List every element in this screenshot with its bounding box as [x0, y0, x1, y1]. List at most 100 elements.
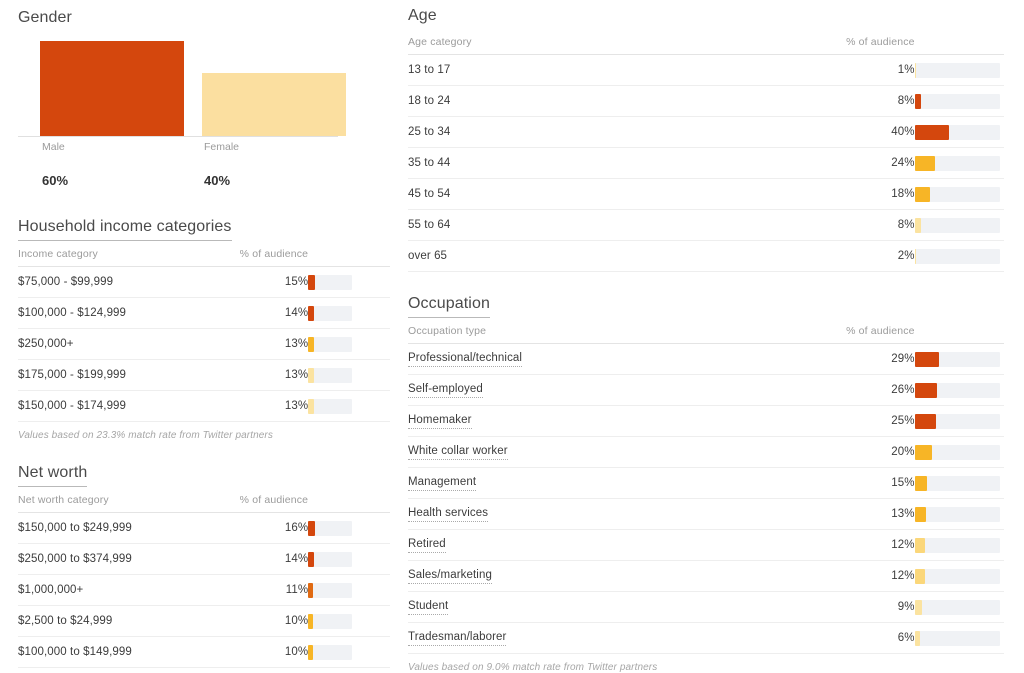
row-bar-cell [914, 343, 1004, 375]
row-category-label: $2,500 to $24,999 [18, 614, 113, 627]
table-row: $100,000 to $149,999 10% [18, 636, 390, 668]
row-percent-value: 13% [226, 390, 309, 422]
bar-track [308, 336, 353, 352]
table-row: $2,500 to $24,999 10% [18, 605, 390, 637]
bar-track [308, 582, 353, 598]
row-bar-cell [308, 574, 390, 606]
table-row: Sales/marketing 12% [408, 560, 1004, 592]
bar-track [914, 382, 1000, 398]
row-percent-value: 16% [226, 512, 309, 544]
bar-track [914, 506, 1000, 522]
row-category-label[interactable]: Health services [408, 507, 489, 522]
bar-track [308, 398, 353, 414]
networth-col-bar [308, 487, 390, 513]
bar-fill [308, 367, 314, 383]
row-category-label[interactable]: Tradesman/laborer [408, 631, 507, 646]
row-category-cell: Management [408, 467, 778, 499]
row-category-label[interactable]: Professional/technical [408, 352, 523, 367]
row-bar-cell [308, 297, 390, 329]
row-category-cell: $150,000 to $249,999 [18, 512, 227, 544]
right-column: Age Age category % of audience 13 to 17 1… [390, 0, 1024, 673]
bar-track [914, 351, 1000, 367]
row-category-cell: Health services [408, 498, 778, 530]
bar-track [914, 124, 1000, 140]
row-percent-value: 25% [777, 405, 915, 437]
row-category-cell: White collar worker [408, 436, 778, 468]
row-bar-cell [914, 178, 1004, 210]
row-percent-value: 10% [226, 636, 309, 668]
row-category-label: $150,000 to $249,999 [18, 521, 132, 534]
occupation-title: Occupation [408, 294, 490, 318]
row-bar-cell [308, 543, 390, 575]
row-percent-value: 9% [777, 591, 915, 623]
row-category-label: 55 to 64 [408, 218, 451, 231]
bar-fill [914, 93, 922, 109]
row-category-cell: 45 to 54 [408, 178, 778, 210]
row-category-label[interactable]: White collar worker [408, 445, 508, 460]
row-percent-value: 6% [777, 622, 915, 654]
bar-track [308, 613, 353, 629]
row-category-label: $250,000+ [18, 337, 74, 350]
table-row: 45 to 54 18% [408, 178, 1004, 210]
row-percent-value: 15% [226, 266, 309, 298]
row-category-label[interactable]: Homemaker [408, 414, 472, 429]
bar-track [308, 551, 353, 567]
bar-fill [914, 62, 916, 78]
bar-track [914, 217, 1000, 233]
gender-values: 60% 40% [18, 173, 338, 195]
table-row: Professional/technical 29% [408, 343, 1004, 375]
row-percent-value: 24% [777, 147, 915, 179]
age-table-body: 13 to 17 1% 18 to 24 8% 25 to 34 40% 35 to 44 2… [408, 54, 1004, 272]
row-percent-value: 1% [777, 54, 915, 86]
row-percent-value: 12% [777, 529, 915, 561]
row-bar-cell [914, 240, 1004, 272]
row-category-cell: Student [408, 591, 778, 623]
income-table: Income category % of audience $75,000 - … [18, 241, 390, 422]
networth-heading-row: Net worth [18, 457, 390, 487]
table-row: $250,000 to $374,999 14% [18, 543, 390, 575]
table-row: $250,000+ 13% [18, 328, 390, 360]
income-footnote: Values based on 23.3% match rate from Tw… [18, 430, 273, 441]
table-row: Homemaker 25% [408, 405, 1004, 437]
row-bar-cell [914, 374, 1004, 406]
bar-track [914, 62, 1000, 78]
networth-table-header-row: Net worth category % of audience [18, 487, 390, 513]
bar-track [914, 186, 1000, 202]
row-bar-cell [308, 636, 390, 668]
age-col-bar [914, 29, 1004, 55]
row-category-label[interactable]: Self-employed [408, 383, 483, 398]
age-col-category: Age category [408, 29, 778, 55]
table-row: Self-employed 26% [408, 374, 1004, 406]
row-category-cell: 35 to 44 [408, 147, 778, 179]
row-category-label[interactable]: Retired [408, 538, 446, 553]
bar-track [308, 644, 353, 660]
table-row: over 65 2% [408, 240, 1004, 272]
table-row: Retired 12% [408, 529, 1004, 561]
table-row: Management 15% [408, 467, 1004, 499]
table-row: $75,000 - $99,999 15% [18, 266, 390, 298]
income-section: Household income categories Income categ… [18, 211, 390, 441]
age-col-percent: % of audience [777, 29, 915, 55]
bar-fill [914, 124, 949, 140]
age-heading-row: Age [408, 0, 1004, 29]
row-category-cell: over 65 [408, 240, 778, 272]
bar-fill [914, 568, 925, 584]
row-category-label[interactable]: Management [408, 476, 477, 491]
row-category-label[interactable]: Student [408, 600, 449, 615]
row-percent-value: 14% [226, 297, 309, 329]
networth-col-percent: % of audience [226, 487, 309, 513]
table-row: Student 9% [408, 591, 1004, 623]
row-bar-cell [914, 54, 1004, 86]
row-category-cell: Self-employed [408, 374, 778, 406]
row-percent-value: 29% [777, 343, 915, 375]
table-row: White collar worker 20% [408, 436, 1004, 468]
row-percent-value: 2% [777, 240, 915, 272]
gender-section: Gender Male Female 60% 40% [18, 0, 390, 195]
bar-fill [308, 398, 314, 414]
table-row: $175,000 - $199,999 13% [18, 359, 390, 391]
row-category-label: 35 to 44 [408, 156, 451, 169]
row-bar-cell [914, 405, 1004, 437]
row-category-label[interactable]: Sales/marketing [408, 569, 492, 584]
table-row: 18 to 24 8% [408, 85, 1004, 117]
row-category-label: 25 to 34 [408, 125, 451, 138]
